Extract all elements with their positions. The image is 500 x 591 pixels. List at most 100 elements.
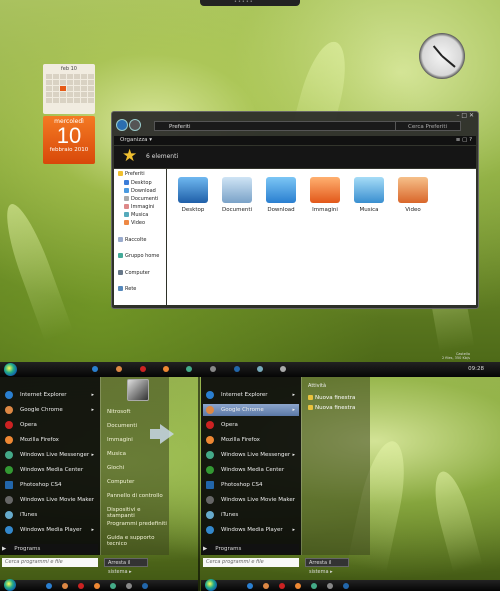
sidebar-item-favorites[interactable]: Preferiti xyxy=(118,171,145,177)
chrome-icon[interactable] xyxy=(263,583,269,589)
sidebar-item-libraries[interactable]: Raccolte xyxy=(118,237,146,243)
shutdown-button[interactable]: Arresta il sistema ▸ xyxy=(305,558,349,575)
place-default-programs[interactable]: Programmi predefiniti xyxy=(107,521,167,527)
folder-video[interactable]: Video xyxy=(393,177,433,213)
place-control-panel[interactable]: Pannello di controllo xyxy=(107,493,163,499)
sidebar-item-network[interactable]: Rete xyxy=(118,286,136,292)
menu-item-windows-media-player[interactable]: Windows Media Player ▸ xyxy=(2,524,98,536)
folder-documents[interactable]: Documenti xyxy=(217,177,257,213)
firefox-icon[interactable] xyxy=(163,366,169,372)
sidebar-item-computer[interactable]: Computer xyxy=(118,270,150,276)
photoshop-icon[interactable] xyxy=(234,366,240,372)
media-center-icon[interactable] xyxy=(210,366,216,372)
opera-icon[interactable] xyxy=(78,583,84,589)
folder-music[interactable]: Musica xyxy=(349,177,389,213)
item-count: 6 elementi xyxy=(146,153,179,160)
opera-icon[interactable] xyxy=(279,583,285,589)
place-games[interactable]: Giochi xyxy=(107,465,124,471)
forward-button[interactable] xyxy=(129,119,141,131)
menu-item-photoshop-cs4[interactable]: Photoshop CS4 xyxy=(203,479,299,491)
media-center-icon[interactable] xyxy=(327,583,333,589)
explorer-titlebar[interactable]: Preferiti Cerca Preferiti – □ ✕ xyxy=(112,112,478,134)
place-music[interactable]: Musica xyxy=(107,451,126,457)
menu-item-opera[interactable]: Opera xyxy=(2,419,98,431)
menu-item-windows-media-center[interactable]: Windows Media Center xyxy=(203,464,299,476)
all-programs-button[interactable]: ▶ Programs xyxy=(203,544,299,554)
address-bar[interactable]: Preferiti xyxy=(154,121,424,131)
help-icon[interactable]: ≡ ▢ ? xyxy=(456,136,472,145)
opera-icon[interactable] xyxy=(140,366,146,372)
messenger-icon[interactable] xyxy=(110,583,116,589)
place-pictures[interactable]: Immagini xyxy=(107,437,133,443)
shutdown-button[interactable]: Arresta il sistema ▸ xyxy=(104,558,148,575)
folder-desktop[interactable]: Desktop xyxy=(173,177,213,213)
menu-item-photoshop-cs4[interactable]: Photoshop CS4 xyxy=(2,479,98,491)
search-input[interactable]: Cerca Preferiti xyxy=(395,121,461,131)
chrome-icon[interactable] xyxy=(62,583,68,589)
sidebar-item-pictures[interactable]: Immagini xyxy=(124,204,154,210)
place-user[interactable]: Nitrosoft xyxy=(107,409,131,415)
sidebar-item-video[interactable]: Video xyxy=(124,220,145,226)
sidebar-item-homegroup[interactable]: Gruppo home xyxy=(118,253,159,259)
calendar-gadget[interactable]: feb 10 mercoledì 10 febbraio 2010 xyxy=(43,64,95,164)
menu-item-opera[interactable]: Opera xyxy=(203,419,299,431)
start-orb-icon[interactable] xyxy=(4,579,16,591)
start-orb-icon[interactable] xyxy=(4,363,17,376)
video-icon xyxy=(398,177,428,203)
start-search-input[interactable]: Cerca programmi e file xyxy=(2,558,98,567)
menu-item-google-chrome[interactable]: Google Chrome ▸ xyxy=(2,404,98,416)
chrome-icon[interactable] xyxy=(116,366,122,372)
jump-list-item[interactable]: Nuova finestra xyxy=(308,395,355,401)
menu-item-itunes[interactable]: iTunes xyxy=(2,509,98,521)
menu-item-internet-explorer[interactable]: Internet Explorer ▸ xyxy=(2,389,98,401)
place-documents[interactable]: Documenti xyxy=(107,423,137,429)
close-icon[interactable]: ✕ xyxy=(469,112,474,119)
folder-icon[interactable] xyxy=(280,366,286,372)
sidebar-item-documents[interactable]: Documenti xyxy=(124,196,158,202)
minimize-icon[interactable]: – xyxy=(456,112,459,119)
folder-pictures[interactable]: Immagini xyxy=(305,177,345,213)
explorer-icon[interactable] xyxy=(257,366,263,372)
menu-item-internet-explorer[interactable]: Internet Explorer ▸ xyxy=(203,389,299,401)
menu-item-windows-live-messenger[interactable]: Windows Live Messenger ▸ xyxy=(2,449,98,461)
taskbar-clock[interactable]: 09:28 xyxy=(468,366,484,372)
start-search-input[interactable]: Cerca programmi e file xyxy=(203,558,299,567)
place-computer[interactable]: Computer xyxy=(107,479,134,485)
organize-button[interactable]: Organizza ▾ xyxy=(120,137,152,143)
top-dock[interactable]: ••••• xyxy=(200,0,300,6)
start-orb-icon[interactable] xyxy=(205,579,217,591)
menu-item-windows-media-player[interactable]: Windows Media Player ▸ xyxy=(203,524,299,536)
ie-icon[interactable] xyxy=(92,366,98,372)
place-help-support[interactable]: Guida e supporto tecnico xyxy=(107,535,169,547)
maximize-icon[interactable]: □ xyxy=(461,112,467,119)
menu-item-windows-media-center[interactable]: Windows Media Center xyxy=(2,464,98,476)
photoshop-icon[interactable] xyxy=(343,583,349,589)
menu-item-windows-live-movie-maker[interactable]: Windows Live Movie Maker xyxy=(203,494,299,506)
sidebar-item-music[interactable]: Musica xyxy=(124,212,148,218)
place-devices-printers[interactable]: Dispositivi e stampanti xyxy=(107,507,169,519)
menu-item-windows-live-messenger[interactable]: Windows Live Messenger ▸ xyxy=(203,449,299,461)
all-programs-button[interactable]: ▶ Programs xyxy=(2,544,98,554)
ie-icon[interactable] xyxy=(46,583,52,589)
ie-icon[interactable] xyxy=(247,583,253,589)
menu-item-itunes[interactable]: iTunes xyxy=(203,509,299,521)
firefox-icon[interactable] xyxy=(94,583,100,589)
explorer-window[interactable]: Preferiti Cerca Preferiti – □ ✕ Organizz… xyxy=(111,111,479,309)
messenger-icon[interactable] xyxy=(186,366,192,372)
clock-gadget[interactable] xyxy=(419,33,465,79)
sidebar-item-desktop[interactable]: Desktop xyxy=(124,180,152,186)
photoshop-icon[interactable] xyxy=(142,583,148,589)
menu-item-mozilla-firefox[interactable]: Mozilla Firefox xyxy=(2,434,98,446)
jump-list-item[interactable]: Nuova finestra xyxy=(308,405,355,411)
menu-item-mozilla-firefox[interactable]: Mozilla Firefox xyxy=(203,434,299,446)
menu-item-windows-live-movie-maker[interactable]: Windows Live Movie Maker xyxy=(2,494,98,506)
messenger-icon[interactable] xyxy=(311,583,317,589)
sidebar-item-download[interactable]: Download xyxy=(124,188,156,194)
menu-item-google-chrome[interactable]: Google Chrome ▸ xyxy=(203,404,299,416)
media-center-icon[interactable] xyxy=(126,583,132,589)
folder-download[interactable]: Download xyxy=(261,177,301,213)
firefox-icon[interactable] xyxy=(295,583,301,589)
window-controls[interactable]: – □ ✕ xyxy=(456,112,474,119)
back-button[interactable] xyxy=(116,119,128,131)
mini-calendar[interactable]: feb 10 xyxy=(43,64,95,114)
